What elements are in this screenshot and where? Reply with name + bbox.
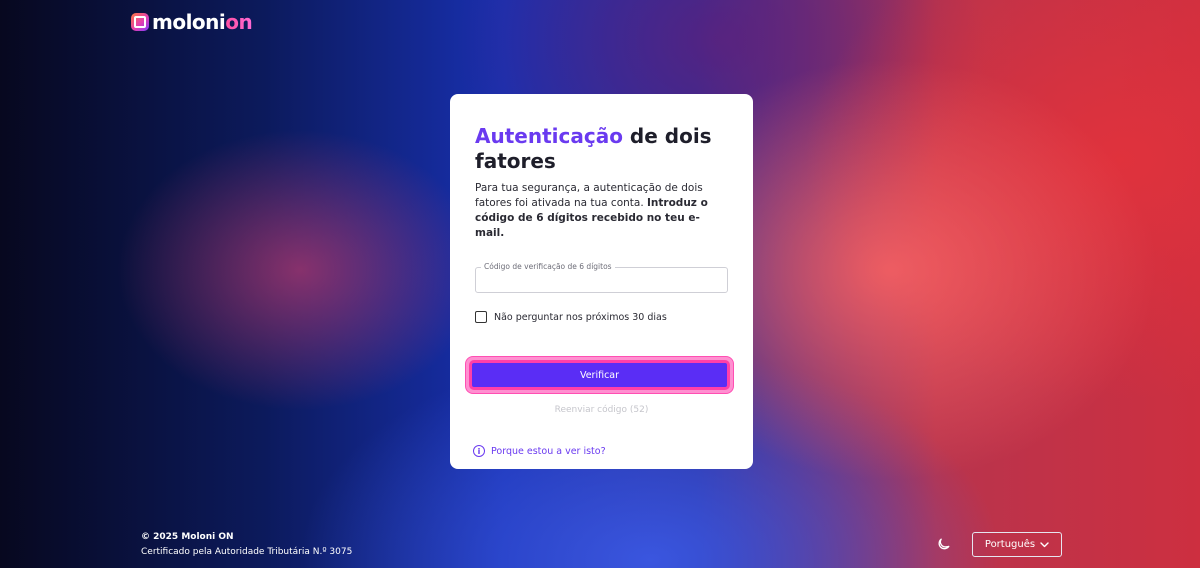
chevron-down-icon [1040,541,1049,547]
info-icon: i [473,445,485,457]
verify-button-focus-ring: Verificar [466,357,733,393]
footer: © 2025 Moloni ON Certificado pela Autori… [141,531,352,560]
verify-button-label: Verificar [579,369,620,381]
brand-logo[interactable]: molonion [131,10,253,34]
remember-device-label[interactable]: Não perguntar nos próximos 30 dias [494,312,667,323]
moloni-logo-icon [131,13,149,31]
certificate-text: Certificado pela Autoridade Tributária N… [141,547,353,557]
page-title-accent: Autenticação [475,124,623,148]
why-link-label[interactable]: Porque estou a ver isto? [491,446,606,457]
verification-code-field[interactable]: Código de verificação de 6 dígitos [475,262,728,293]
language-select-value: Português [984,539,1036,550]
remember-device-checkbox[interactable] [475,311,487,323]
brand-name: molonion [152,10,253,34]
description: Para tua segurança, a autenticação de do… [475,181,728,241]
verify-button[interactable]: Verificar [469,360,730,390]
page-title: Autenticação de dois fatores [475,124,728,174]
remember-device-row[interactable]: Não perguntar nos próximos 30 dias [475,311,728,323]
verification-code-input[interactable] [476,268,727,292]
language-select[interactable]: Português [972,532,1062,557]
two-factor-card: Autenticação de dois fatores Para tua se… [450,94,753,469]
resend-code-link[interactable]: Reenviar código (52) [475,405,728,415]
copyright-text: © 2025 Moloni ON [141,532,234,542]
verification-code-label: Código de verificação de 6 dígitos [481,262,615,271]
moon-icon[interactable] [937,537,951,551]
why-link[interactable]: i Porque estou a ver isto? [473,445,728,457]
